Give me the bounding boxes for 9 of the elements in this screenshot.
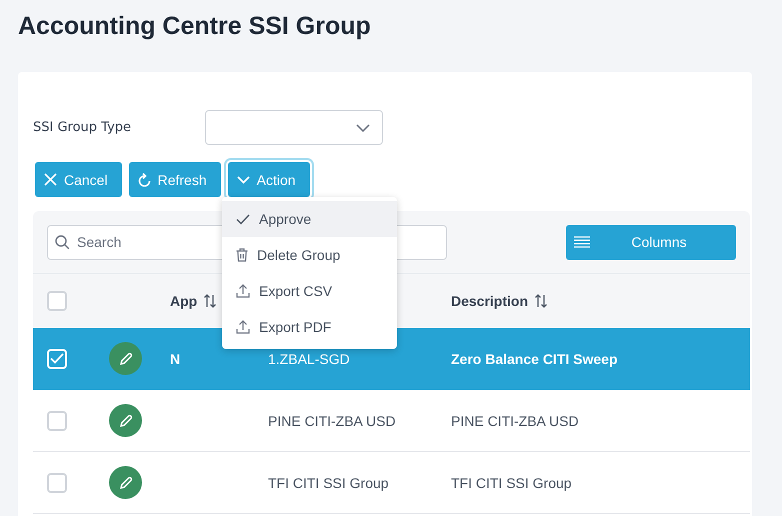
table-cell: PINE CITI-ZBA USD bbox=[268, 412, 396, 428]
table-cell: TFI CITI SSI Group bbox=[451, 474, 572, 490]
table-cell: 1.ZBAL-SGD bbox=[268, 350, 350, 366]
table-cell: N bbox=[170, 350, 180, 366]
table-cell: TFI CITI SSI Group bbox=[268, 474, 389, 490]
table-cell: PINE CITI-ZBA USD bbox=[451, 412, 579, 428]
table-cell: Zero Balance CITI Sweep bbox=[451, 350, 618, 366]
page-title: Accounting Centre SSI Group bbox=[18, 11, 372, 42]
field-label: SSI Group Type bbox=[33, 120, 132, 135]
